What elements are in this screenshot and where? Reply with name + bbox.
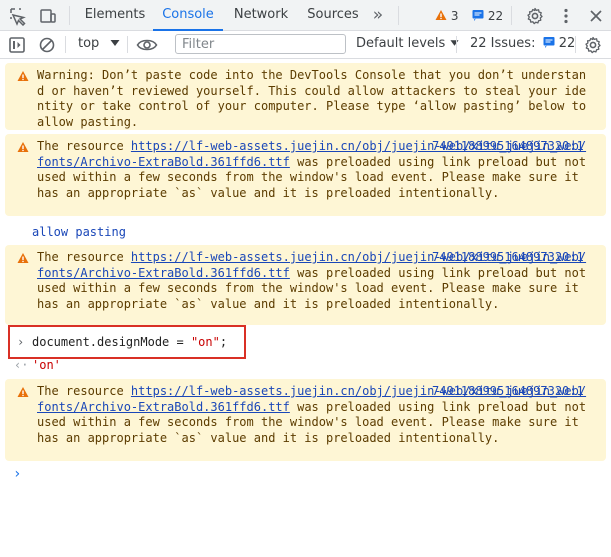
source-location-link[interactable]: 7491188995164897320:1	[432, 139, 584, 154]
console-warning-message: Warning: Don’t paste code into the DevTo…	[5, 63, 606, 130]
console-input-prompt-icon[interactable]: ›	[13, 467, 21, 482]
preload-prefix: The resource	[37, 139, 131, 153]
result-arrow-icon: ‹·	[14, 358, 29, 372]
messages-badge[interactable]: 22	[472, 7, 503, 25]
device-toolbar-icon[interactable]	[38, 6, 58, 26]
console-warning-message: The resource https://lf-web-assets.jueji…	[5, 245, 606, 325]
warning-icon	[17, 387, 29, 397]
warning-icon	[17, 142, 29, 152]
preload-prefix: The resource	[37, 250, 131, 264]
tab-console[interactable]: Console	[153, 0, 223, 31]
tab-elements[interactable]: Elements	[80, 0, 150, 30]
warning-icon	[17, 253, 29, 263]
source-location-link[interactable]: 7491188995164897320:1	[432, 384, 584, 399]
warning-icon	[435, 10, 447, 20]
devtools-tabbar: Elements Console Network Sources » 3 22	[0, 0, 611, 31]
context-selector[interactable]: top	[78, 36, 120, 51]
console-settings-gear-icon[interactable]	[583, 35, 603, 55]
message-icon	[543, 37, 555, 48]
issues-count: 22	[558, 36, 576, 51]
prompt-chevron-icon: ›	[17, 335, 25, 349]
live-expression-eye-icon[interactable]	[136, 35, 158, 55]
dropdown-arrow-icon	[450, 40, 460, 46]
result-value: 'on'	[32, 358, 61, 372]
warning-icon	[17, 71, 29, 81]
console-warning-message: The resource https://lf-web-assets.jueji…	[5, 379, 606, 461]
issues-button[interactable]: 22 Issues: 22	[470, 36, 575, 51]
more-options-icon[interactable]	[556, 6, 576, 26]
message-icon	[472, 10, 484, 21]
log-levels-label: Default levels	[356, 36, 446, 51]
source-location-link[interactable]: 7491188995164897320:1	[432, 250, 584, 265]
messages-count: 22	[487, 9, 504, 23]
clear-console-icon[interactable]	[37, 35, 57, 55]
close-icon[interactable]	[586, 6, 606, 26]
dropdown-arrow-icon	[110, 40, 120, 46]
tab-network[interactable]: Network	[226, 0, 296, 30]
more-tabs-button[interactable]: »	[366, 0, 390, 30]
filter-input[interactable]	[175, 34, 346, 54]
settings-gear-icon[interactable]	[525, 6, 545, 26]
warnings-count: 3	[450, 9, 459, 23]
console-toolbar: top Default levels 22 Issues: 22	[0, 31, 611, 59]
command-end: ;	[219, 335, 228, 349]
command-text: document.designMode =	[32, 335, 191, 349]
command-line: document.designMode = "on";	[32, 335, 227, 350]
log-levels-dropdown[interactable]: Default levels	[356, 36, 460, 51]
preload-prefix: The resource	[37, 384, 131, 398]
allow-pasting-input: allow pasting	[32, 225, 126, 239]
paste-warning-text: Warning: Don’t paste code into the DevTo…	[37, 68, 594, 129]
command-value: "on"	[190, 335, 220, 349]
issues-label: 22 Issues:	[470, 36, 536, 51]
console-warning-message: The resource https://lf-web-assets.jueji…	[5, 134, 606, 216]
select-element-icon[interactable]	[8, 6, 28, 27]
context-label: top	[78, 36, 100, 51]
warnings-badge[interactable]: 3	[435, 7, 458, 25]
sidebar-toggle-icon[interactable]	[7, 35, 27, 55]
tab-sources[interactable]: Sources	[300, 0, 366, 30]
